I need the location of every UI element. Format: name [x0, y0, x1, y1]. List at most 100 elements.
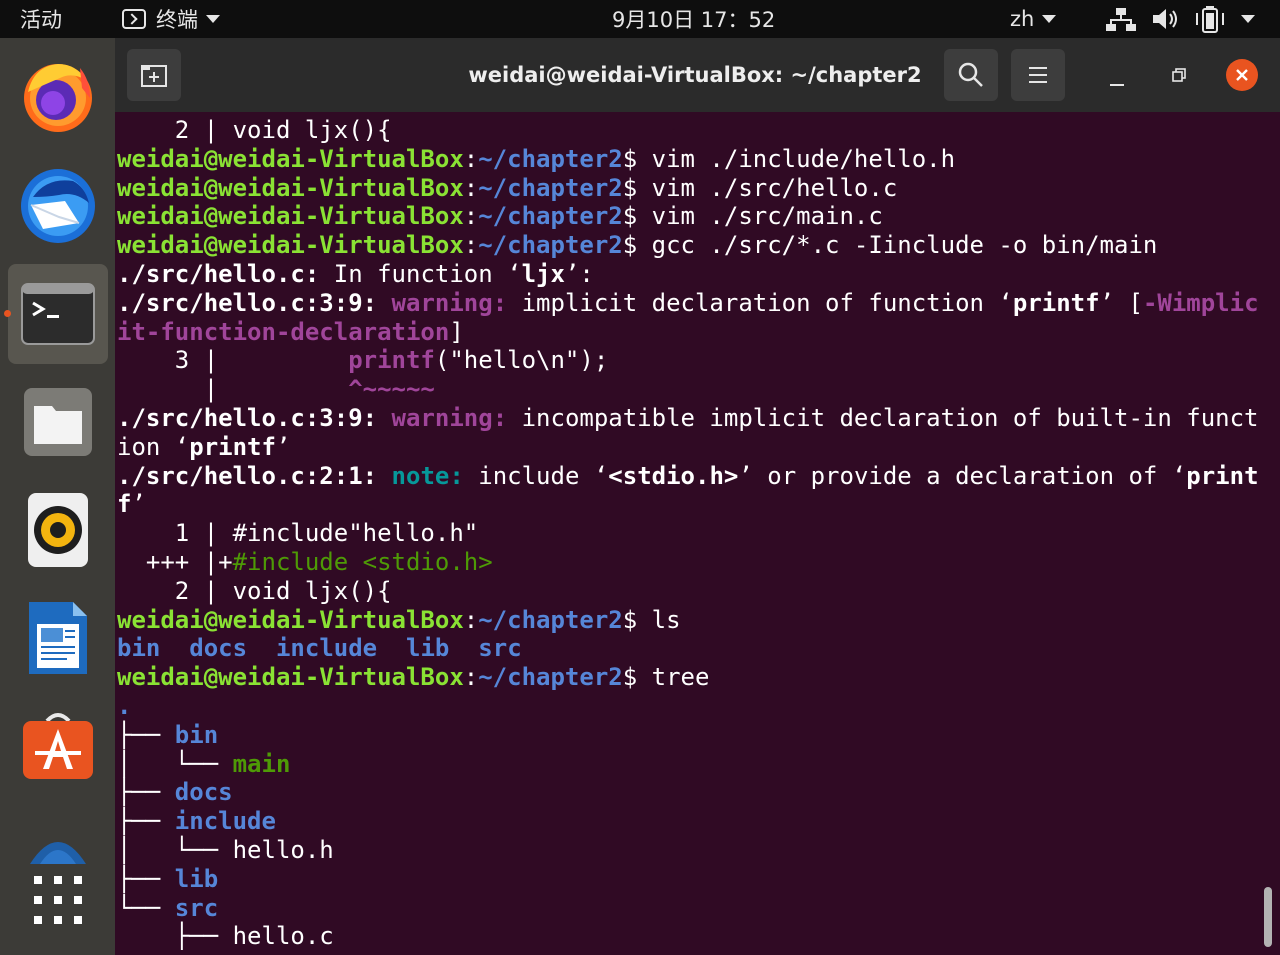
terminal-text: .	[117, 691, 132, 720]
terminal-text: ~/chapter2	[478, 173, 623, 202]
search-button[interactable]	[944, 49, 998, 101]
close-button[interactable]	[1226, 59, 1258, 91]
terminal-text: include	[275, 634, 378, 663]
terminal-line: │ └── hello.h	[117, 836, 1262, 865]
terminal-line: weidai@weidai-VirtualBox:~/chapter2$ ls	[117, 606, 1262, 635]
maximize-button[interactable]	[1167, 63, 1191, 87]
new-tab-button[interactable]	[127, 49, 181, 101]
terminal-line: ├── hello.c	[117, 922, 1262, 951]
terminal-text: 2 | void ljx(){	[117, 116, 392, 144]
terminal-icon	[21, 283, 95, 345]
terminal-text: └──	[117, 893, 175, 922]
terminal-line: 1 | #include"hello.h"	[117, 519, 1262, 548]
terminal-text: src	[478, 634, 522, 663]
terminal-text: :	[463, 231, 479, 260]
terminal-text: printf	[348, 346, 435, 375]
libreoffice-writer-icon	[29, 602, 87, 674]
terminal-text: #include <stdio.h>	[232, 547, 493, 576]
terminal-text: 3 |	[117, 346, 349, 375]
terminal-text: :	[463, 144, 479, 173]
terminal-line: ./src/hello.c:3:9: warning: incompatible…	[117, 404, 1262, 433]
title-bar: weidai@weidai-VirtualBox: ~/chapter2	[115, 38, 1280, 112]
terminal-text: :	[463, 663, 479, 692]
dock-item-software[interactable]	[8, 696, 108, 796]
terminal-text: print	[1186, 461, 1259, 490]
terminal-text: main	[232, 749, 291, 778]
terminal-line: .	[117, 692, 1262, 721]
terminal-text: include ‘	[463, 461, 609, 490]
minimize-button[interactable]	[1105, 63, 1129, 87]
terminal-text: bin	[117, 634, 161, 663]
terminal-app-icon	[122, 9, 146, 29]
terminal-line: it-function-declaration]	[117, 318, 1262, 347]
dock-item-firefox[interactable]	[8, 46, 108, 146]
terminal-output[interactable]: 2 | void ljx(){weidai@weidai-VirtualBox:…	[117, 116, 1262, 955]
terminal-text: |	[117, 375, 349, 404]
terminal-text: <stdio.h>	[608, 461, 739, 490]
terminal-text: ./src/hello.c:3:9:	[117, 288, 378, 317]
terminal-text: ├──	[117, 778, 175, 807]
terminal-line: └── src	[117, 894, 1262, 923]
terminal-line: 2 | void ljx(){	[117, 116, 1262, 145]
terminal-text: ├──	[117, 807, 175, 836]
terminal-text: ]	[449, 317, 464, 346]
terminal-text: $ tree	[622, 663, 710, 692]
terminal-text: weidai@weidai-VirtualBox	[117, 231, 464, 260]
terminal-text: ’	[131, 490, 146, 519]
terminal-text: lib	[406, 634, 450, 663]
terminal-line: ion ‘printf’	[117, 433, 1262, 462]
window-title: weidai@weidai-VirtualBox: ~/chapter2	[468, 63, 922, 87]
input-method-label: zh	[1010, 7, 1035, 31]
terminal-line: | ^~~~~~	[117, 375, 1262, 404]
terminal-text: ./src/hello.c:2:1:	[117, 461, 378, 490]
clock-button[interactable]: 9月10日 17：52	[612, 0, 775, 38]
terminal-text: ├──	[117, 864, 175, 893]
terminal-text: ljx	[521, 259, 565, 288]
terminal-text: printf	[1012, 288, 1100, 317]
terminal-text: ’ [	[1099, 288, 1143, 317]
terminal-text: weidai@weidai-VirtualBox	[117, 605, 464, 634]
system-menu-button[interactable]	[1105, 0, 1255, 38]
terminal-text: ├──	[117, 720, 175, 749]
input-method-button[interactable]: zh	[1010, 0, 1057, 38]
terminal-line: 2 | void ljx(){	[117, 577, 1262, 606]
app-menu-button[interactable]: 终端	[122, 0, 220, 38]
terminal-text: ’:	[564, 259, 594, 288]
dock-item-libreoffice-writer[interactable]	[8, 588, 108, 688]
terminal-text: 2 | void ljx(){	[117, 576, 392, 605]
terminal-text: lib	[174, 864, 219, 893]
show-applications-button[interactable]	[8, 850, 108, 950]
dock-item-thunderbird[interactable]	[8, 156, 108, 256]
terminal-line: ├── docs	[117, 778, 1262, 807]
activities-label: 活动	[20, 8, 62, 32]
terminal-text: │ └──	[117, 749, 233, 778]
terminal-text: ’ or provide a declaration of ‘	[738, 461, 1187, 490]
rhythmbox-icon	[28, 493, 88, 567]
terminal-text: it-function-declaration	[117, 317, 450, 346]
terminal-text: │ └── hello.h	[117, 835, 334, 864]
dock-item-files[interactable]	[8, 372, 108, 472]
terminal-text: In function ‘	[319, 259, 522, 288]
scrollbar[interactable]	[1264, 887, 1272, 947]
dock-item-rhythmbox[interactable]	[8, 480, 108, 580]
terminal-text: $ vim ./src/hello.c	[622, 173, 898, 202]
thunderbird-icon	[21, 169, 95, 243]
terminal-line: ├── lib	[117, 865, 1262, 894]
dock-item-terminal[interactable]	[8, 264, 108, 364]
app-menu-label: 终端	[156, 8, 198, 32]
menu-button[interactable]	[1011, 49, 1065, 101]
activities-button[interactable]: 活动	[20, 0, 62, 38]
restore-icon	[1172, 68, 1186, 82]
terminal-text: ~/chapter2	[478, 663, 623, 692]
terminal-line: ├── bin	[117, 721, 1262, 750]
terminal-line: weidai@weidai-VirtualBox:~/chapter2$ gcc…	[117, 231, 1262, 260]
terminal-text: printf	[189, 432, 276, 461]
terminal-line: weidai@weidai-VirtualBox:~/chapter2$ tre…	[117, 663, 1262, 692]
terminal-text: $ vim ./include/hello.h	[622, 144, 956, 173]
terminal-text: incompatible implicit declaration of bui…	[507, 403, 1259, 432]
